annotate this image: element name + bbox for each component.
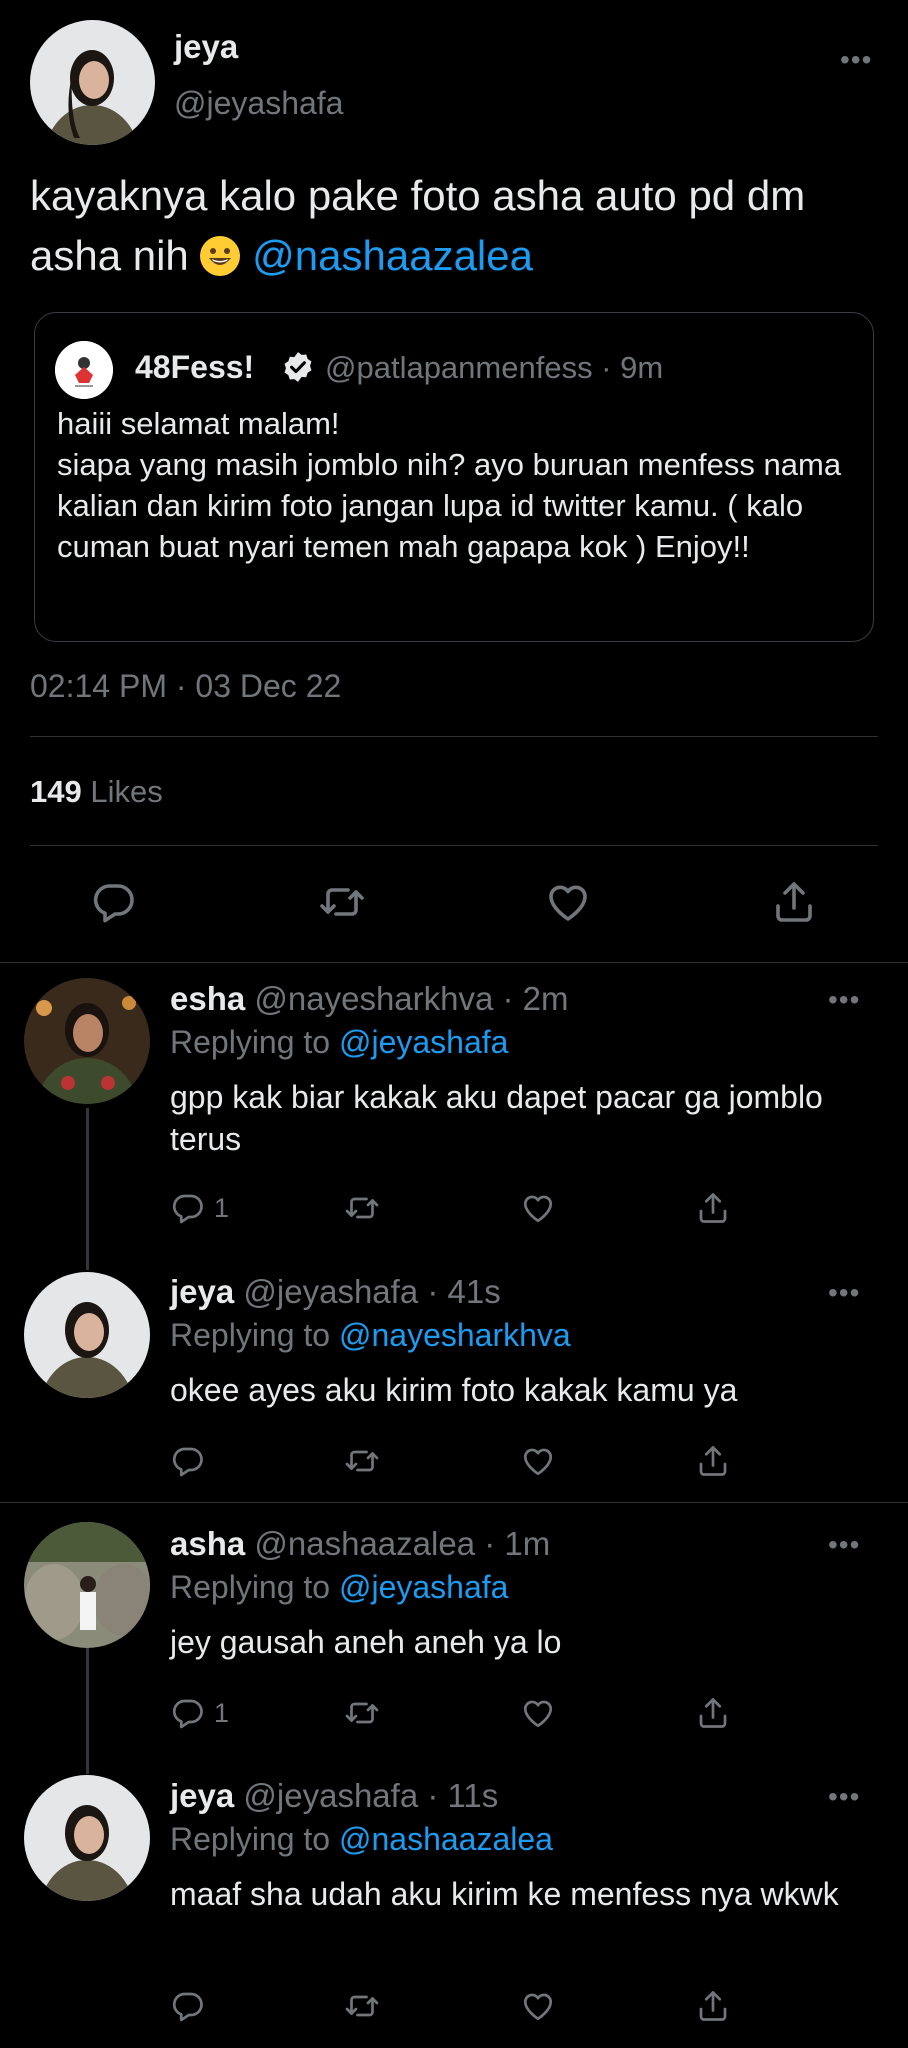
share-icon [695, 1988, 731, 2024]
replying-to: Replying to @jeyashafa [170, 1024, 509, 1060]
reply-text: okee ayes aku kirim foto kakak kamu ya [170, 1372, 738, 1408]
share-icon [695, 1190, 731, 1226]
replying-to-link[interactable]: @jeyashafa [339, 1024, 508, 1060]
divider [30, 845, 878, 846]
verified-badge-icon [281, 350, 315, 384]
more-icon[interactable]: ••• [840, 46, 872, 74]
quoted-tweet[interactable]: 48Fess! @patlapanmenfess · 9m haiii sela… [34, 312, 874, 642]
retweet-icon [344, 1988, 380, 2024]
share-icon[interactable] [770, 878, 818, 926]
share-button[interactable] [695, 1190, 731, 1226]
heart-icon [520, 1988, 556, 2024]
reply-icon[interactable] [90, 878, 138, 926]
mention-link[interactable]: @nashaazalea [252, 232, 533, 279]
reply-button[interactable] [170, 1988, 206, 2024]
like-button[interactable] [520, 1190, 556, 1226]
replying-to: Replying to @nashaazalea [170, 1821, 553, 1857]
replying-to: Replying to @jeyashafa [170, 1569, 509, 1605]
heart-icon [520, 1190, 556, 1226]
like-button[interactable] [520, 1988, 556, 2024]
author-handle[interactable]: @jeyashafa [174, 85, 343, 122]
like-button[interactable] [520, 1443, 556, 1479]
replying-to-link[interactable]: @nashaazalea [339, 1821, 553, 1857]
heart-icon[interactable] [544, 878, 592, 926]
heart-icon [520, 1443, 556, 1479]
retweet-icon [344, 1695, 380, 1731]
author-avatar[interactable] [30, 20, 155, 145]
more-icon[interactable]: ••• [828, 1531, 860, 1559]
thread-connector [86, 1108, 89, 1270]
quoted-author-handle: @patlapanmenfess · 9m [325, 350, 664, 385]
quoted-tweet-text: haiii selamat malam! siapa yang masih jo… [57, 406, 842, 564]
reply-icon [170, 1988, 206, 2024]
reply-avatar[interactable] [24, 1522, 150, 1648]
reply-text: maaf sha udah aku kirim ke menfess nya w… [170, 1876, 839, 1912]
reply-header[interactable]: jeya @jeyashafa · 11s [170, 1777, 498, 1815]
retweet-icon[interactable] [318, 878, 366, 926]
replying-to-link[interactable]: @nayesharkhva [339, 1317, 571, 1353]
more-icon[interactable]: ••• [828, 1783, 860, 1811]
retweet-button[interactable] [344, 1988, 380, 2024]
reply-avatar[interactable] [24, 978, 150, 1104]
share-icon [695, 1443, 731, 1479]
quoted-author-avatar [55, 341, 113, 399]
divider [0, 962, 908, 963]
author-name[interactable]: jeya [174, 28, 238, 66]
reply-button[interactable] [170, 1443, 206, 1479]
share-icon [695, 1695, 731, 1731]
reply-icon [170, 1443, 206, 1479]
reply-avatar[interactable] [24, 1272, 150, 1398]
tweet-timestamp: 02:14 PM · 03 Dec 22 [30, 668, 342, 704]
heart-icon [520, 1695, 556, 1731]
reply-icon [170, 1695, 206, 1731]
thread-connector [86, 1648, 89, 1774]
reply-icon [170, 1190, 206, 1226]
retweet-button[interactable] [344, 1190, 380, 1226]
divider [30, 736, 878, 737]
divider [0, 1502, 908, 1503]
retweet-icon [344, 1190, 380, 1226]
retweet-icon [344, 1443, 380, 1479]
reply-button[interactable]: 1 [170, 1190, 229, 1226]
share-button[interactable] [695, 1695, 731, 1731]
replying-to: Replying to @nayesharkhva [170, 1317, 571, 1353]
quoted-author-name: 48Fess! [135, 349, 255, 385]
tweet-text: kayaknya kalo pake foto asha auto pd dm … [30, 172, 806, 279]
reply-button[interactable]: 1 [170, 1695, 229, 1731]
like-button[interactable] [520, 1695, 556, 1731]
smiley-emoji-icon [200, 236, 241, 276]
reply-text: jey gausah aneh aneh ya lo [170, 1624, 562, 1660]
retweet-button[interactable] [344, 1695, 380, 1731]
reply-header[interactable]: esha @nayesharkhva · 2m [170, 980, 569, 1018]
reply-avatar[interactable] [24, 1775, 150, 1901]
replying-to-link[interactable]: @jeyashafa [339, 1569, 508, 1605]
likes-count[interactable]: 149 Likes [30, 774, 163, 810]
reply-header[interactable]: jeya @jeyashafa · 41s [170, 1273, 501, 1311]
more-icon[interactable]: ••• [828, 986, 860, 1014]
retweet-button[interactable] [344, 1443, 380, 1479]
share-button[interactable] [695, 1988, 731, 2024]
more-icon[interactable]: ••• [828, 1279, 860, 1307]
reply-text: gpp kak biar kakak aku dapet pacar ga jo… [170, 1079, 823, 1157]
reply-header[interactable]: asha @nashaazalea · 1m [170, 1525, 550, 1563]
share-button[interactable] [695, 1443, 731, 1479]
